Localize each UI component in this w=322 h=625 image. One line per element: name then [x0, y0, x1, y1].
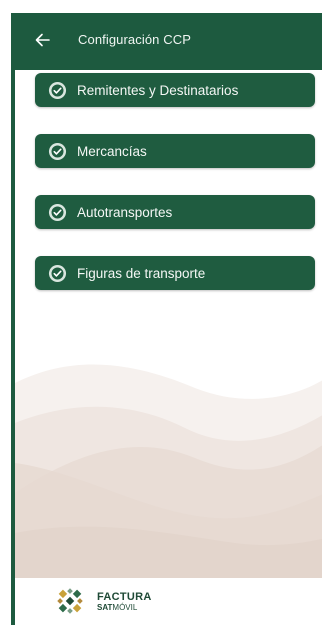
- logo-text-factura: FACTURA: [97, 591, 152, 603]
- menu-item-label: Autotransportes: [77, 204, 173, 220]
- menu-item-label: Remitentes y Destinatarios: [77, 82, 239, 98]
- menu-item-mercancias[interactable]: Mercancías: [35, 134, 315, 168]
- menu-item-autotransportes[interactable]: Autotransportes: [35, 195, 315, 229]
- check-circle-icon: [48, 264, 67, 282]
- menu-item-figuras[interactable]: Figuras de transporte: [35, 256, 315, 290]
- app-screen: Configuración CCP Remitentes y Destinata…: [11, 13, 322, 625]
- top-app-bar: Configuración CCP: [15, 13, 322, 70]
- decorative-waves: [15, 364, 322, 583]
- menu-item-label: Mercancías: [77, 143, 147, 159]
- factura-sat-logo-icon: [57, 588, 83, 614]
- check-circle-icon: [48, 203, 67, 221]
- menu-item-remitentes[interactable]: Remitentes y Destinatarios: [35, 73, 315, 107]
- menu-item-label: Figuras de transporte: [77, 265, 206, 281]
- logo-text-satmovil: SATMÓVIL: [97, 603, 138, 612]
- check-circle-icon: [48, 142, 67, 160]
- page-title: Configuración CCP: [78, 32, 191, 47]
- check-circle-icon: [48, 81, 67, 99]
- footer: FACTURA SATMÓVIL: [15, 578, 322, 625]
- arrow-left-icon[interactable]: [33, 30, 53, 50]
